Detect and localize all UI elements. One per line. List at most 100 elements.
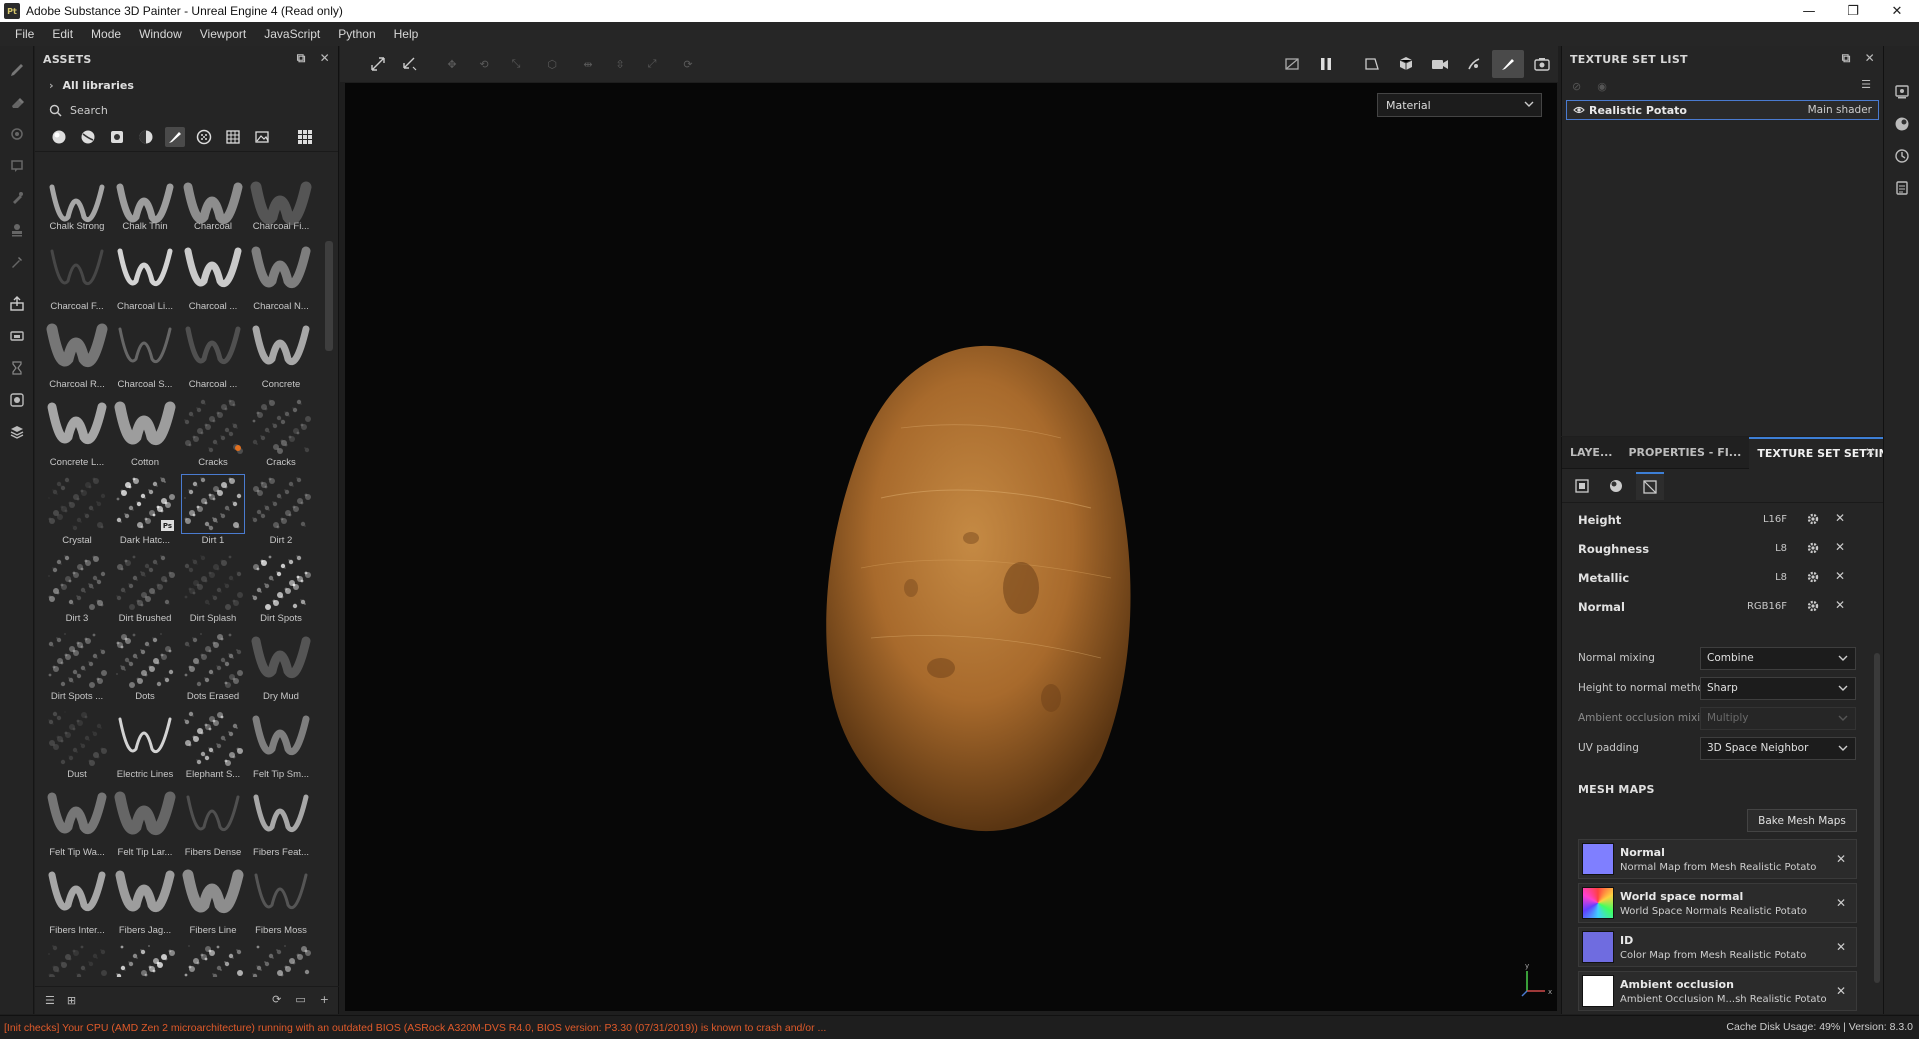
asset-tile[interactable]: Charcoal F... — [43, 239, 111, 317]
asset-tile[interactable]: Charcoal N... — [247, 239, 315, 317]
search-input[interactable]: Search — [35, 98, 338, 122]
asset-tile[interactable]: Dust — [43, 707, 111, 785]
reset-icon[interactable]: ⟳ — [672, 50, 704, 78]
texture-set-list-icon[interactable] — [1884, 76, 1919, 108]
import-icon[interactable]: ⊞ — [67, 994, 76, 1007]
close-icon[interactable]: ✕ — [1865, 445, 1875, 459]
history-icon[interactable] — [1884, 140, 1919, 172]
asset-tile[interactable]: Crystal — [43, 473, 111, 551]
asset-tile[interactable]: Cracks — [247, 395, 315, 473]
gear-icon[interactable] — [1806, 541, 1820, 555]
filter-smart-masks-icon[interactable] — [136, 127, 156, 147]
clone-stamp-icon[interactable] — [0, 214, 34, 246]
setting-dropdown[interactable]: Sharp — [1700, 676, 1856, 700]
symmetry-x-icon[interactable]: ⇹ — [572, 50, 604, 78]
tab-texture-set-settings[interactable]: TEXTURE SET SETTIN... — [1749, 437, 1883, 469]
pause-icon[interactable] — [1310, 50, 1342, 78]
undock-icon[interactable]: ⧉ — [297, 51, 306, 66]
visibility-eye-icon[interactable] — [1573, 105, 1585, 115]
gear-icon[interactable] — [1806, 599, 1820, 613]
asset-tile[interactable] — [43, 941, 111, 977]
uv-subtab-icon[interactable] — [1636, 471, 1664, 500]
eye-icon[interactable]: ◉ — [1597, 80, 1607, 93]
asset-tile[interactable]: Charcoal Li... — [111, 239, 179, 317]
polygon-fill-icon[interactable] — [0, 150, 34, 182]
remove-channel-icon[interactable]: ✕ — [1835, 511, 1845, 525]
remove-mesh-map-icon[interactable]: ✕ — [1836, 896, 1846, 910]
symmetry-z-icon[interactable]: ⤢ — [636, 50, 668, 78]
asset-tile[interactable]: Fibers Moss — [247, 863, 315, 941]
move-icon[interactable]: ✥ — [436, 50, 468, 78]
asset-tile[interactable]: Dirt 1 — [179, 473, 247, 551]
asset-tile[interactable]: Concrete L... — [43, 395, 111, 473]
status-warning-message[interactable]: [Init checks] Your CPU (AMD Zen 2 microa… — [0, 1022, 1200, 1034]
asset-tile[interactable]: Charcoal ... — [179, 317, 247, 395]
libraries-selector[interactable]: › All libraries — [35, 72, 338, 98]
remove-channel-icon[interactable]: ✕ — [1835, 598, 1845, 612]
asset-tile[interactable]: Charcoal Fi... — [247, 177, 315, 239]
mesh-map-item[interactable]: Ambient occlusion Ambient Occlusion M...s… — [1578, 971, 1857, 1011]
asset-tile[interactable] — [179, 941, 247, 977]
menu-window[interactable]: Window — [130, 27, 191, 41]
maximize-button[interactable]: ❐ — [1831, 0, 1875, 22]
asset-tile[interactable]: Felt Tip Sm... — [247, 707, 315, 785]
asset-tile[interactable]: Dirt Brushed — [111, 551, 179, 629]
screenshot-icon[interactable] — [1526, 50, 1558, 78]
projection-tool-icon[interactable] — [0, 118, 34, 150]
menu-viewport[interactable]: Viewport — [191, 27, 255, 41]
menu-mode[interactable]: Mode — [82, 27, 130, 41]
asset-tile[interactable]: Electric Lines — [111, 707, 179, 785]
tab-properties[interactable]: PROPERTIES - FI... — [1621, 437, 1750, 469]
asset-tile[interactable]: Dirt Spots ... — [43, 629, 111, 707]
transform-uv-icon[interactable] — [362, 50, 394, 78]
gear-icon[interactable] — [1806, 512, 1820, 526]
filter-materials-icon[interactable] — [49, 127, 69, 147]
texture-set-item[interactable]: Realistic Potato Main shader — [1566, 100, 1879, 120]
display-lighting-icon[interactable] — [1458, 50, 1490, 78]
camera-icon[interactable] — [1424, 50, 1456, 78]
asset-tile[interactable]: Charcoal S... — [111, 317, 179, 395]
asset-tile[interactable]: Charcoal ... — [179, 239, 247, 317]
remove-mesh-map-icon[interactable]: ✕ — [1836, 940, 1846, 954]
filter-masks-icon[interactable] — [107, 127, 127, 147]
texture-set-shader[interactable]: Main shader — [1808, 104, 1872, 116]
asset-tile[interactable] — [247, 941, 315, 977]
view-2d-icon[interactable] — [1356, 50, 1388, 78]
scale-icon[interactable]: ⤡ — [500, 50, 532, 78]
menu-javascript[interactable]: JavaScript — [255, 27, 329, 41]
shader-subtab-icon[interactable] — [1602, 472, 1630, 500]
menu-file[interactable]: File — [6, 27, 43, 41]
asset-tile[interactable]: Chalk Thin — [111, 177, 179, 239]
menu-python[interactable]: Python — [329, 27, 384, 41]
close-icon[interactable]: ✕ — [1865, 51, 1875, 66]
asset-tile[interactable]: Cotton — [111, 395, 179, 473]
mesh-map-item[interactable]: Normal Normal Map from Mesh Realistic Pot… — [1578, 839, 1857, 879]
asset-tile[interactable]: Fibers Dense — [179, 785, 247, 863]
paint-tool-icon[interactable] — [0, 54, 34, 86]
mesh-map-item[interactable]: ID Color Map from Mesh Realistic Potato ✕ — [1578, 927, 1857, 967]
asset-tile[interactable]: Cracks — [179, 395, 247, 473]
hide-icon[interactable]: ⊘ — [1572, 80, 1581, 93]
channel-format[interactable]: L8 — [1737, 543, 1787, 554]
cube-icon[interactable]: ⬡ — [536, 50, 568, 78]
tab-layers[interactable]: LAYE... — [1562, 437, 1621, 469]
undock-icon[interactable]: ⧉ — [1842, 51, 1851, 66]
gear-icon[interactable] — [1806, 570, 1820, 584]
filter-particles-icon[interactable] — [194, 127, 214, 147]
menu-edit[interactable]: Edit — [43, 27, 82, 41]
remove-channel-icon[interactable]: ✕ — [1835, 540, 1845, 554]
bake-icon[interactable] — [0, 320, 34, 352]
asset-tile[interactable] — [111, 941, 179, 977]
asset-tile[interactable]: Dots Erased — [179, 629, 247, 707]
asset-tile[interactable]: Elephant S... — [179, 707, 247, 785]
refresh-icon[interactable]: ⟳ — [272, 993, 281, 1006]
asset-tile[interactable]: Dry Mud — [247, 629, 315, 707]
rotate-icon[interactable]: ⟲ — [468, 50, 500, 78]
viewport-mode-select[interactable]: Material — [1377, 93, 1542, 117]
filter-textures-icon[interactable] — [223, 127, 243, 147]
setting-dropdown[interactable]: Combine — [1700, 646, 1856, 670]
asset-tile[interactable]: Dirt 3 — [43, 551, 111, 629]
menu-help[interactable]: Help — [385, 27, 428, 41]
symmetry-y-icon[interactable]: ⇳ — [604, 50, 636, 78]
add-icon[interactable]: + — [320, 993, 329, 1006]
